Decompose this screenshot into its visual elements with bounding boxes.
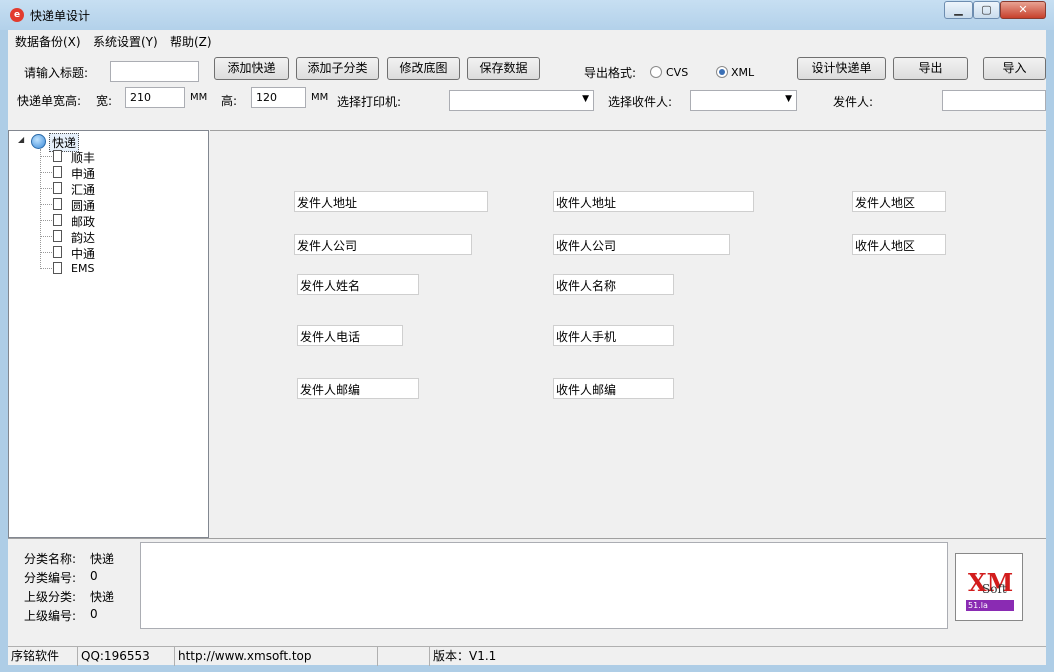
add-subcategory-button[interactable]: 添加子分类 <box>296 57 379 80</box>
document-icon <box>53 150 62 162</box>
waybill-field-4[interactable]: 发件人公司 <box>294 234 472 255</box>
tree-line <box>40 156 52 157</box>
tree-line <box>40 236 52 237</box>
document-icon <box>53 182 62 194</box>
menu-system-settings[interactable]: 系统设置(Y) <box>93 33 158 50</box>
export-format-label: 导出格式: <box>584 66 637 80</box>
receiver-select[interactable]: ▼ <box>690 90 797 111</box>
waybill-field-10[interactable]: 收件人手机 <box>553 325 674 346</box>
tree-line <box>40 268 52 269</box>
minimize-icon[interactable]: ▁ <box>944 1 973 19</box>
size-label: 快递单宽高: <box>17 94 82 108</box>
document-icon <box>53 214 62 226</box>
waybill-field-9[interactable]: 发件人电话 <box>297 325 403 346</box>
sender-label: 发件人: <box>833 95 874 109</box>
tree-node-2[interactable]: 申通 <box>71 165 95 182</box>
tree-node-5[interactable]: 邮政 <box>71 213 95 230</box>
waybill-field-1[interactable]: 发件人地址 <box>294 191 488 212</box>
export-button[interactable]: 导出 <box>893 57 968 80</box>
title-label: 请输入标题: <box>24 66 89 80</box>
chevron-down-icon: ▼ <box>785 94 792 104</box>
tree-node-6[interactable]: 韵达 <box>71 229 95 246</box>
tree-line <box>40 220 52 221</box>
sender-select[interactable] <box>942 90 1046 111</box>
printer-label: 选择打印机: <box>337 95 402 109</box>
parent-category-value: 快递 <box>90 590 115 604</box>
tree-line <box>40 149 41 269</box>
tree-node-8[interactable]: EMS <box>71 262 94 275</box>
add-express-button[interactable]: 添加快递 <box>214 57 289 80</box>
logo-subtext: Soft <box>982 582 1007 596</box>
status-bar: 序铭软件 QQ:196553 http://www.xmsoft.top 版本：… <box>8 646 1046 666</box>
waybill-field-3[interactable]: 发件人地区 <box>852 191 946 212</box>
category-tree[interactable]: ◢ 快递 顺丰 申通 汇通 圆通 邮政 韵达 中通 EMS <box>8 130 209 538</box>
document-icon <box>53 166 62 178</box>
title-input[interactable] <box>110 61 199 82</box>
waybill-field-7[interactable]: 发件人姓名 <box>297 274 419 295</box>
width-input[interactable]: 210 <box>125 87 185 108</box>
format-cvs-label: CVS <box>666 66 689 79</box>
waybill-field-8[interactable]: 收件人名称 <box>553 274 674 295</box>
status-company: 序铭软件 <box>8 647 78 666</box>
globe-icon <box>31 134 46 149</box>
parent-id-label: 上级编号: <box>24 609 77 623</box>
receiver-label: 选择收件人: <box>608 95 673 109</box>
format-cvs-radio[interactable] <box>650 66 662 78</box>
close-icon[interactable]: ✕ <box>1000 1 1046 19</box>
height-input[interactable]: 120 <box>251 87 306 108</box>
status-empty <box>378 647 430 666</box>
tree-node-3[interactable]: 汇通 <box>71 181 95 198</box>
printer-select[interactable]: ▼ <box>449 90 594 111</box>
modify-background-button[interactable]: 修改底图 <box>387 57 460 80</box>
status-qq: QQ:196553 <box>78 647 175 666</box>
status-version: 版本：V1.1 <box>433 649 497 663</box>
document-icon <box>53 262 62 274</box>
import-button[interactable]: 导入 <box>983 57 1046 80</box>
category-name-value: 快递 <box>90 552 115 566</box>
tree-line <box>40 172 52 173</box>
notes-textarea[interactable] <box>140 542 948 629</box>
tree-node-1[interactable]: 顺丰 <box>71 149 95 166</box>
xmsoft-logo: XM Soft 51.la <box>955 553 1023 621</box>
waybill-field-11[interactable]: 发件人邮编 <box>297 378 419 399</box>
waybill-field-5[interactable]: 收件人公司 <box>553 234 730 255</box>
document-icon <box>53 230 62 242</box>
window-title: 快递单设计 <box>30 9 91 23</box>
tree-line <box>40 204 52 205</box>
height-unit: MM <box>311 92 329 103</box>
category-id-value: 0 <box>90 569 98 583</box>
width-unit: MM <box>190 92 208 103</box>
tree-line <box>40 188 52 189</box>
width-label: 宽: <box>96 94 113 108</box>
app-logo-icon: e <box>10 8 24 22</box>
stats-badge: 51.la <box>966 600 1014 611</box>
parent-category-label: 上级分类: <box>24 590 77 604</box>
status-website[interactable]: http://www.xmsoft.top <box>175 647 378 666</box>
title-bar: e 快递单设计 ▁ ▢ ✕ <box>0 0 1054 30</box>
design-waybill-button[interactable]: 设计快递单 <box>797 57 886 80</box>
category-id-label: 分类编号: <box>24 571 77 585</box>
menu-data-backup[interactable]: 数据备份(X) <box>15 33 81 50</box>
waybill-field-12[interactable]: 收件人邮编 <box>553 378 674 399</box>
save-data-button[interactable]: 保存数据 <box>467 57 540 80</box>
document-icon <box>53 198 62 210</box>
document-icon <box>53 246 62 258</box>
category-name-label: 分类名称: <box>24 552 77 566</box>
maximize-icon[interactable]: ▢ <box>973 1 1000 19</box>
tree-node-4[interactable]: 圆通 <box>71 197 95 214</box>
format-xml-label: XML <box>731 66 755 79</box>
menu-help[interactable]: 帮助(Z) <box>170 33 212 50</box>
chevron-down-icon: ▼ <box>582 94 589 104</box>
height-label: 高: <box>221 94 238 108</box>
format-xml-radio[interactable] <box>716 66 728 78</box>
expand-icon[interactable]: ◢ <box>18 135 24 144</box>
waybill-field-2[interactable]: 收件人地址 <box>553 191 754 212</box>
tree-node-7[interactable]: 中通 <box>71 245 95 262</box>
parent-id-value: 0 <box>90 607 98 621</box>
menu-bar: 数据备份(X) 系统设置(Y) 帮助(Z) <box>8 30 1046 50</box>
tree-line <box>40 252 52 253</box>
waybill-field-6[interactable]: 收件人地区 <box>852 234 946 255</box>
